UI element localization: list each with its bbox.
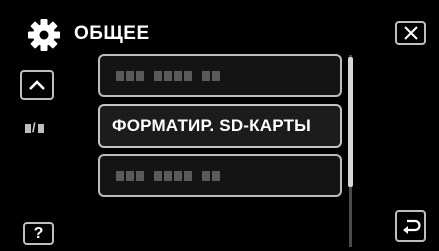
menu-item-1[interactable] — [98, 54, 342, 97]
chevron-up-icon — [29, 80, 45, 90]
help-button[interactable]: ? — [23, 222, 54, 245]
close-button[interactable] — [395, 21, 426, 45]
scroll-up-button[interactable] — [20, 70, 54, 100]
menu-item-format-sd-card[interactable]: ФОРМАТИР. SD-КАРТЫ — [98, 104, 342, 148]
help-label: ? — [33, 224, 44, 242]
menu-item-label: ФОРМАТИР. SD-КАРТЫ — [112, 116, 311, 135]
menu-item-placeholder — [100, 70, 220, 81]
gear-icon — [27, 18, 61, 52]
scrollbar-thumb[interactable] — [348, 57, 353, 187]
page-indicator: / — [24, 120, 45, 135]
camera-menu-screen: ОБЩЕЕ / ФОРМАТИР. SD-КАРТЫ ? — [0, 0, 439, 251]
page-indicator-separator: / — [32, 120, 37, 135]
page-title: ОБЩЕЕ — [74, 23, 150, 44]
return-icon — [402, 219, 421, 234]
back-button[interactable] — [395, 210, 426, 242]
menu-item-3[interactable] — [98, 154, 342, 197]
menu-item-placeholder — [100, 170, 220, 181]
close-icon — [403, 26, 418, 40]
